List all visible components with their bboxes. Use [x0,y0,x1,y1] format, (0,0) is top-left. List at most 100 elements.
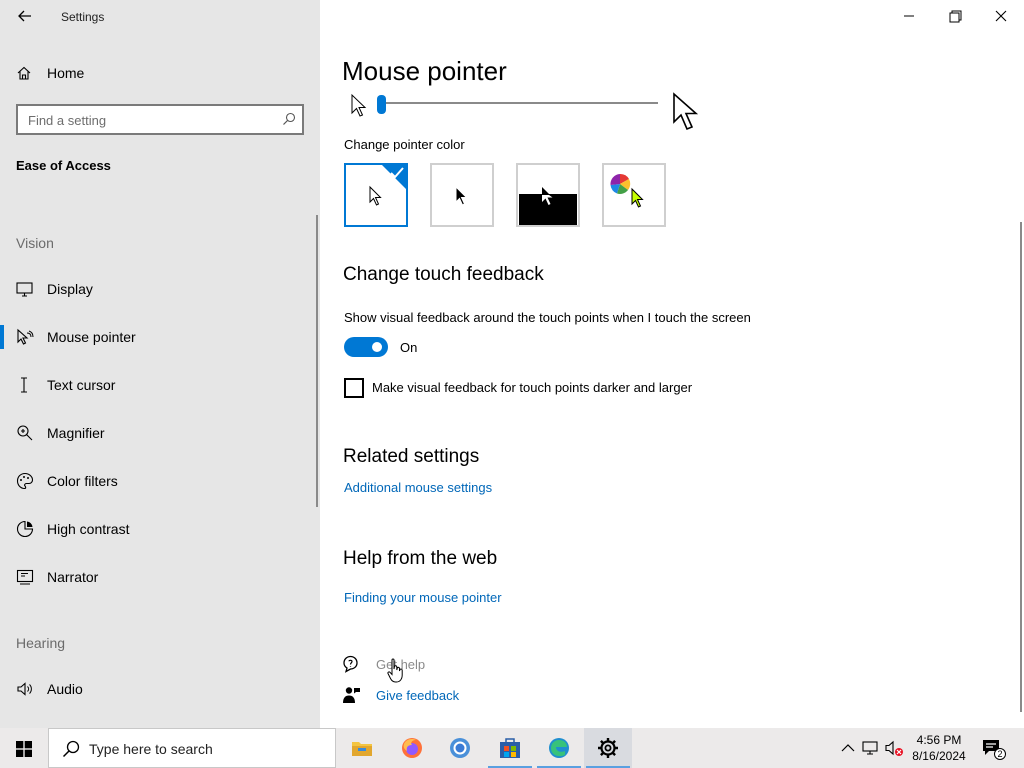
additional-mouse-settings-link[interactable]: Additional mouse settings [344,480,492,495]
settings-gear-icon [598,738,618,758]
taskbar-firefox[interactable] [388,728,436,768]
sidebar-item-label: Text cursor [47,377,116,393]
sidebar-item-narrator[interactable]: Narrator [0,557,320,597]
group-heading-vision: Vision [16,235,54,251]
taskbar-file-explorer[interactable] [338,728,386,768]
touch-feedback-heading: Change touch feedback [343,264,544,285]
close-button[interactable] [978,5,1024,27]
color-wheel-icon [610,173,631,194]
taskbar-clock[interactable]: 4:56 PM 8/16/2024 [904,732,974,764]
related-settings-heading: Related settings [343,446,480,467]
sidebar-item-label: Display [47,281,93,297]
sidebar-item-audio[interactable]: Audio [0,669,320,709]
pointer-size-slider[interactable] [350,90,710,134]
monitor-icon [16,282,33,297]
sidebar-item-mouse-pointer[interactable]: Mouse pointer [0,317,320,357]
start-button[interactable] [0,728,48,768]
volume-muted-icon[interactable] [884,738,904,758]
black-pointer-icon [455,185,468,206]
touch-feedback-description: Show visual feedback around the touch po… [344,310,751,325]
magnifier-icon [17,425,33,441]
taskbar-search-input[interactable] [89,740,319,758]
sidebar-item-label: Narrator [47,569,99,585]
toggle-knob [372,342,382,352]
search-icon [283,112,296,125]
settings-content: Mouse pointer Change pointer color Chang… [320,0,1024,728]
notification-count: 2 [994,748,1006,760]
taskbar: 4:56 PM 8/16/2024 2 [0,728,1024,768]
pointer-color-black-option[interactable] [430,163,494,227]
inverted-pointer-icon [542,187,553,205]
back-button[interactable] [14,5,36,27]
darker-feedback-label: Make visual feedback for touch points da… [372,380,693,395]
darker-feedback-checkbox[interactable] [344,378,364,398]
large-pointer-icon [673,92,699,131]
narrator-icon [16,569,34,585]
get-help-icon [343,655,358,673]
give-feedback-icon [343,687,360,703]
touch-feedback-toggle[interactable] [344,337,388,357]
clock-time: 4:56 PM [916,733,962,747]
find-setting-search[interactable] [16,104,304,135]
back-arrow-icon [18,10,31,22]
clock-date: 8/16/2024 [912,749,966,763]
sidebar-item-magnifier[interactable]: Magnifier [0,413,320,453]
give-feedback-link[interactable]: Give feedback [376,688,459,703]
hand-cursor-icon [387,658,403,683]
chrome-icon [450,738,470,758]
get-help-row[interactable]: Get help [342,654,542,676]
slider-track[interactable] [380,102,658,104]
sidebar-item-high-contrast[interactable]: High contrast [0,509,320,549]
sidebar-item-color-filters[interactable]: Color filters [0,461,320,501]
slider-thumb[interactable] [377,95,386,114]
windows-logo-icon [16,741,32,757]
pointer-color-label: Change pointer color [344,137,465,152]
search-icon [62,740,80,758]
minimize-icon [904,15,914,17]
sidebar-item-label: Magnifier [47,425,105,441]
app-title: Settings [61,10,105,24]
color-filters-icon [16,472,34,490]
toggle-state-label: On [400,340,418,355]
find-setting-input[interactable] [28,111,276,129]
high-contrast-icon [16,520,34,538]
finding-mouse-pointer-link[interactable]: Finding your mouse pointer [344,590,502,605]
microsoft-store-icon [500,738,520,758]
taskbar-search[interactable] [48,728,336,768]
custom-color-pointer-icon [631,187,644,208]
action-center-button[interactable]: 2 [980,736,1006,760]
restore-button[interactable] [932,5,978,27]
sidebar-item-text-cursor[interactable]: Text cursor [0,365,320,405]
taskbar-microsoft-store[interactable] [486,728,534,768]
sidebar-item-label: Mouse pointer [47,329,136,345]
pointer-color-inverted-option[interactable] [516,163,580,227]
sidebar-scrollbar[interactable] [316,215,318,507]
pointer-color-white-option[interactable] [344,163,408,227]
sidebar-item-label: Audio [47,681,83,697]
chevron-up-icon[interactable] [838,738,858,758]
speaker-icon [17,682,32,696]
mouse-pointer-icon [17,328,34,345]
close-icon [995,10,1007,22]
sidebar-home[interactable]: Home [0,60,320,86]
settings-sidebar: Settings Home Ease of Access Vision Disp… [0,0,320,728]
taskbar-edge[interactable] [535,728,583,768]
taskbar-chrome[interactable] [436,728,484,768]
firefox-icon [402,738,422,758]
home-icon [17,66,31,80]
taskbar-settings[interactable] [584,728,632,768]
sidebar-home-label: Home [47,65,85,81]
section-title: Ease of Access [16,158,111,173]
sidebar-item-label: Color filters [47,473,118,489]
minimize-button[interactable] [886,5,932,27]
text-cursor-icon [21,377,27,393]
content-scrollbar[interactable] [1020,222,1022,712]
network-icon[interactable] [860,738,880,758]
sidebar-item-display[interactable]: Display [0,269,320,309]
pointer-color-custom-option[interactable] [602,163,666,227]
checkmark-icon [390,167,404,179]
group-heading-hearing: Hearing [16,635,66,651]
edge-icon [549,738,569,758]
give-feedback-row[interactable]: Give feedback [342,685,542,707]
small-pointer-icon [351,93,367,117]
